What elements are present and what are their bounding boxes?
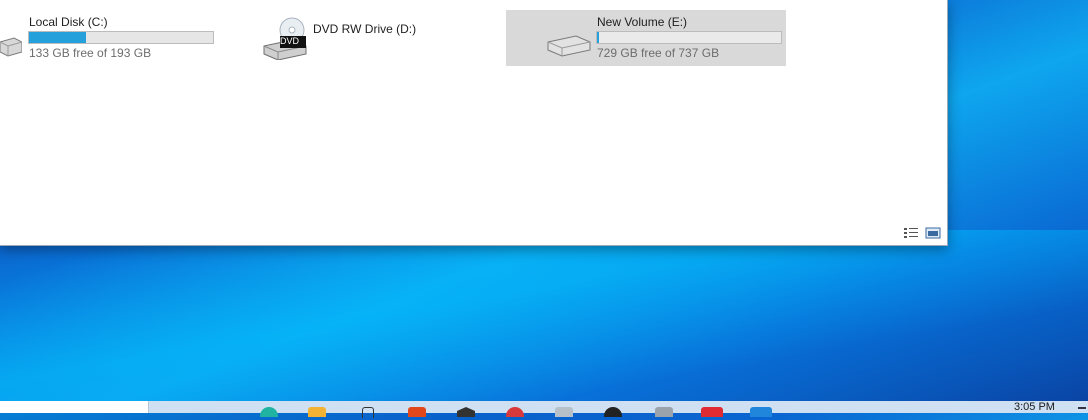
xbox-icon[interactable] (555, 407, 573, 417)
app-icon-dark[interactable] (457, 407, 475, 417)
dvd-badge: DVD (280, 36, 300, 46)
drive-usage-bar (28, 31, 214, 44)
file-explorer-icon[interactable] (308, 407, 326, 417)
drive-item-c[interactable]: Local Disk (C:) 133 GB free of 193 GB (0, 10, 226, 66)
drive-usage-bar (596, 31, 782, 44)
office-icon[interactable] (408, 407, 426, 417)
taskbar-clock[interactable]: 3:05 PM (1014, 401, 1055, 413)
taskbar (0, 401, 1088, 418)
drive-item-d[interactable]: DVD DVD RW Drive (D:) (258, 10, 458, 66)
desktop-wallpaper (0, 230, 1088, 420)
gray-app-icon[interactable] (655, 407, 673, 417)
hard-drive-icon (0, 37, 22, 57)
drive-free-space: 133 GB free of 193 GB (29, 46, 152, 60)
drive-name: DVD RW Drive (D:) (313, 22, 417, 36)
taskbar-search-box[interactable] (0, 401, 149, 413)
dark-app-icon[interactable] (604, 407, 622, 417)
drive-usage-fill (597, 32, 599, 43)
drive-name: Local Disk (C:) (29, 15, 108, 29)
large-icons-view-icon[interactable] (925, 226, 941, 240)
details-view-icon[interactable] (903, 226, 919, 240)
hard-drive-icon (547, 35, 591, 57)
file-explorer-window: Local Disk (C:) 133 GB free of 193 GB DV… (0, 0, 948, 246)
drive-usage-fill (29, 32, 86, 43)
drive-name: New Volume (E:) (597, 15, 688, 29)
blue-app-icon[interactable] (750, 407, 772, 417)
red-circle-app-icon[interactable] (506, 407, 524, 417)
red-app-icon[interactable] (701, 407, 723, 417)
drive-item-e[interactable]: New Volume (E:) 729 GB free of 737 GB (506, 10, 786, 66)
edge-icon[interactable] (260, 407, 278, 417)
drive-free-space: 729 GB free of 737 GB (597, 46, 720, 60)
show-desktop-button[interactable] (1078, 407, 1086, 409)
